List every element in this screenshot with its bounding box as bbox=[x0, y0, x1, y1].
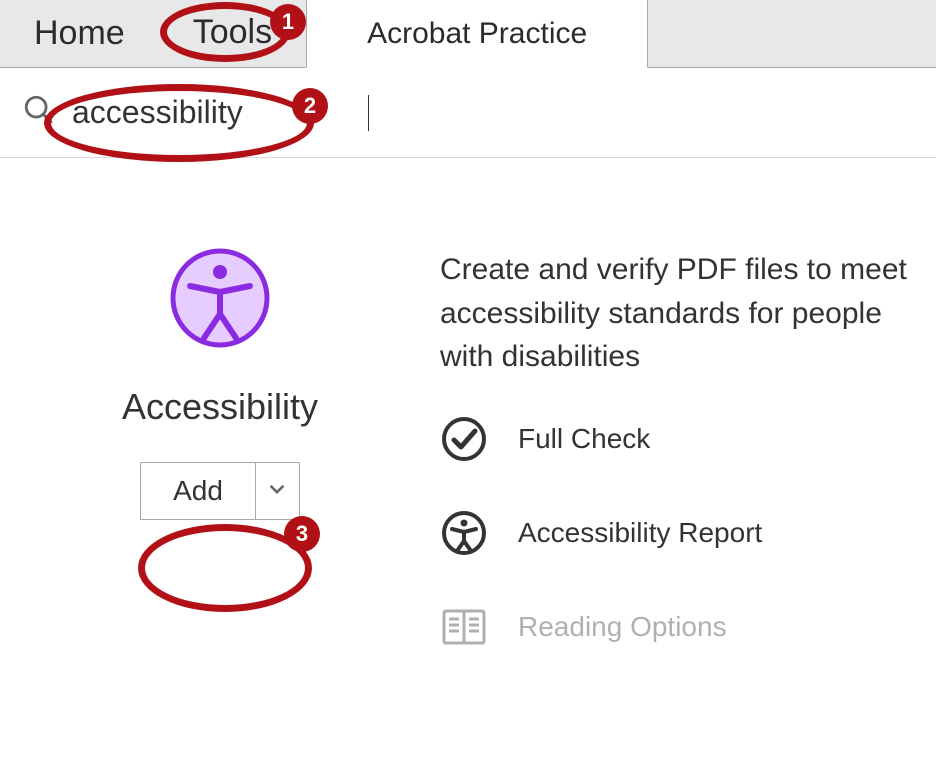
tab-document[interactable]: Acrobat Practice bbox=[306, 0, 648, 68]
tab-home[interactable]: Home bbox=[0, 0, 159, 67]
tools-search-input[interactable] bbox=[70, 93, 370, 132]
accessibility-icon bbox=[170, 248, 270, 348]
chevron-down-icon bbox=[269, 481, 285, 502]
check-circle-icon bbox=[440, 415, 488, 463]
tool-card-title: Accessibility bbox=[122, 386, 318, 428]
feature-full-check[interactable]: Full Check bbox=[440, 415, 936, 463]
reading-options-icon bbox=[440, 603, 488, 651]
feature-label: Reading Options bbox=[518, 611, 727, 643]
accessibility-report-icon bbox=[440, 509, 488, 557]
feature-accessibility-report[interactable]: Accessibility Report bbox=[440, 509, 936, 557]
text-cursor bbox=[368, 95, 369, 131]
feature-reading-options: Reading Options bbox=[440, 603, 936, 651]
tool-description: Create and verify PDF files to meet acce… bbox=[440, 248, 910, 379]
feature-label: Accessibility Report bbox=[518, 517, 762, 549]
tab-tools[interactable]: Tools bbox=[159, 0, 306, 67]
add-dropdown-button[interactable] bbox=[256, 462, 300, 520]
add-button[interactable]: Add bbox=[140, 462, 256, 520]
feature-label: Full Check bbox=[518, 423, 650, 455]
tools-search-row bbox=[0, 68, 936, 158]
tab-bar: Home Tools Acrobat Practice bbox=[0, 0, 936, 68]
search-icon bbox=[22, 93, 56, 132]
